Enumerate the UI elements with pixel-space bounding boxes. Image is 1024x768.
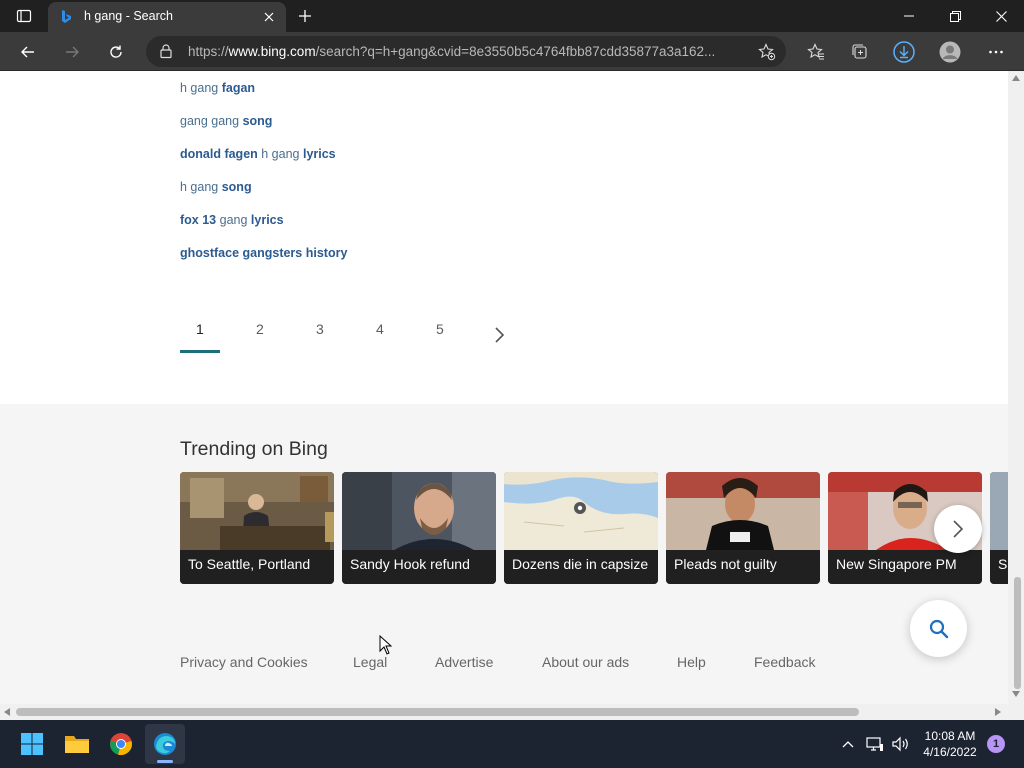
page-link-current[interactable]: 1 [180,315,240,355]
chrome-icon[interactable] [101,724,141,764]
star-add-icon[interactable] [756,41,778,63]
restore-icon[interactable] [932,0,978,32]
network-icon[interactable] [864,732,886,756]
bing-logo-icon [58,9,74,25]
collections-icon[interactable] [844,36,876,68]
browser-toolbar: https://www.bing.com/search?q=h+gang&cvi… [0,32,1024,71]
page-link[interactable]: 2 [240,315,300,355]
taskbar: 10:08 AM 4/16/2022 [0,720,1024,768]
url-text[interactable]: https://www.bing.com/search?q=h+gang&cvi… [188,44,748,59]
trending-card[interactable]: S [990,472,1008,584]
notification-badge[interactable]: 1 [987,735,1005,753]
vertical-scroll-thumb[interactable] [1014,577,1021,689]
clock-date: 4/16/2022 [923,745,977,759]
close-icon[interactable] [260,8,278,26]
carousel-next-button[interactable] [934,505,982,553]
trending-card[interactable]: Pleads not guilty [666,472,820,584]
related-search-link[interactable]: gang gang song [180,114,347,147]
pagination: 1 2 3 4 5 [180,315,520,355]
trending-section: Trending on Bing To Seattle, Portland Sa… [0,404,1008,704]
minimize-icon[interactable] [886,0,932,32]
scroll-right-icon[interactable] [995,708,1001,716]
tab-title: h gang - Search [84,9,173,23]
download-icon[interactable] [888,36,920,68]
more-icon[interactable] [980,36,1012,68]
trending-caption: Sandy Hook refund [342,550,496,584]
address-bar[interactable]: https://www.bing.com/search?q=h+gang&cvi… [146,36,786,67]
lock-icon[interactable] [158,43,174,59]
scrollbar-corner [1008,704,1024,720]
related-search-link[interactable]: fox 13 gang lyrics [180,213,347,246]
page-content: h gang fagan gang gang song donald fagen… [0,71,1008,704]
trending-caption: Dozens die in capsize [504,550,658,584]
file-explorer-icon[interactable] [57,724,97,764]
back-arrow-icon[interactable] [12,36,44,68]
related-searches: h gang fagan gang gang song donald fagen… [180,81,347,279]
scroll-up-icon[interactable] [1012,75,1020,81]
related-search-link[interactable]: h gang fagan [180,81,347,114]
profile-icon[interactable] [934,36,966,68]
mouse-cursor-icon [379,635,393,655]
chevron-right-icon [953,520,964,538]
footer-link-legal[interactable]: Legal [353,654,387,670]
horizontal-scroll-thumb[interactable] [16,708,859,716]
horizontal-scrollbar[interactable] [0,704,1008,720]
page-link[interactable]: 5 [420,315,480,355]
current-page-indicator [180,350,220,353]
trending-image [990,472,1008,550]
search-icon [929,619,948,638]
page-link[interactable]: 4 [360,315,420,355]
system-clock[interactable]: 10:08 AM 4/16/2022 [918,728,982,760]
window-close-icon[interactable] [978,0,1024,32]
related-search-link[interactable]: h gang song [180,180,347,213]
forward-arrow-icon[interactable] [56,36,88,68]
trending-card[interactable]: Dozens die in capsize [504,472,658,584]
footer-link-advertise[interactable]: Advertise [435,654,493,670]
footer-link-about-ads[interactable]: About our ads [542,654,629,670]
chevron-right-icon[interactable] [480,315,520,355]
volume-icon[interactable] [890,732,912,756]
tab-actions-icon[interactable] [8,4,40,28]
trending-image [666,472,820,550]
trending-image [342,472,496,550]
screen: h gang - Search https://www.bing.com/sea… [0,0,1024,768]
plus-icon[interactable] [294,5,316,27]
vertical-scrollbar[interactable] [1008,71,1024,704]
scroll-left-icon[interactable] [4,708,10,716]
footer-link-feedback[interactable]: Feedback [754,654,815,670]
trending-image [504,472,658,550]
trending-carousel: To Seattle, Portland Sandy Hook refund D… [180,472,1008,584]
trending-card[interactable]: Sandy Hook refund [342,472,496,584]
trending-caption: To Seattle, Portland [180,550,334,584]
trending-title: Trending on Bing [180,438,328,460]
related-search-link[interactable]: donald fagen h gang lyrics [180,147,347,180]
footer-link-privacy[interactable]: Privacy and Cookies [180,654,308,670]
page-link[interactable]: 3 [300,315,360,355]
edge-icon[interactable] [145,724,185,764]
chevron-up-icon[interactable] [838,732,858,756]
floating-search-button[interactable] [910,600,967,657]
trending-caption: S [990,550,1008,584]
favorites-icon[interactable] [800,36,832,68]
trending-card[interactable]: To Seattle, Portland [180,472,334,584]
footer-link-help[interactable]: Help [677,654,706,670]
browser-tab[interactable]: h gang - Search [48,2,286,32]
trending-image [180,472,334,550]
trending-caption: Pleads not guilty [666,550,820,584]
tab-strip: h gang - Search [0,0,1024,32]
scroll-down-icon[interactable] [1012,691,1020,697]
windows-start-icon[interactable] [12,724,52,764]
related-search-link[interactable]: ghostface gangsters history [180,246,347,279]
trending-caption: New Singapore PM [828,550,982,584]
refresh-icon[interactable] [100,36,132,68]
clock-time: 10:08 AM [924,729,976,743]
